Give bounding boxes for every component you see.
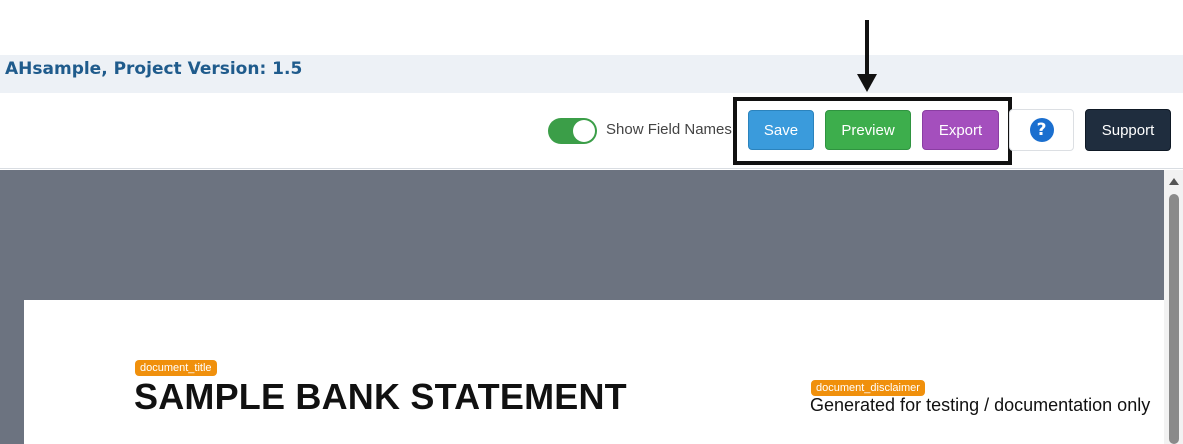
down-arrow-icon	[865, 20, 869, 76]
field-tag-document-disclaimer: document_disclaimer	[811, 380, 925, 396]
show-field-names-label: Show Field Names	[606, 121, 732, 138]
document-title-field[interactable]: SAMPLE BANK STATEMENT	[134, 376, 627, 418]
scrollbar-thumb[interactable]	[1169, 194, 1179, 444]
down-arrow-head	[857, 74, 877, 92]
help-button[interactable]: ?	[1009, 109, 1074, 151]
document-disclaimer-field[interactable]: Generated for testing / documentation on…	[810, 395, 1150, 415]
project-title: AHsample, Project Version: 1.5	[5, 59, 303, 79]
toggle-knob	[573, 120, 595, 142]
app-page: AHsample, Project Version: 1.5 Show Fiel…	[0, 0, 1183, 444]
scroll-up-arrow-icon[interactable]	[1169, 178, 1179, 185]
show-field-names-toggle[interactable]	[548, 118, 597, 144]
field-tag-document-title: document_title	[135, 360, 217, 376]
support-button[interactable]: Support	[1085, 109, 1171, 151]
annotation-highlight-box	[733, 97, 1012, 165]
question-circle-icon: ?	[1029, 118, 1054, 142]
